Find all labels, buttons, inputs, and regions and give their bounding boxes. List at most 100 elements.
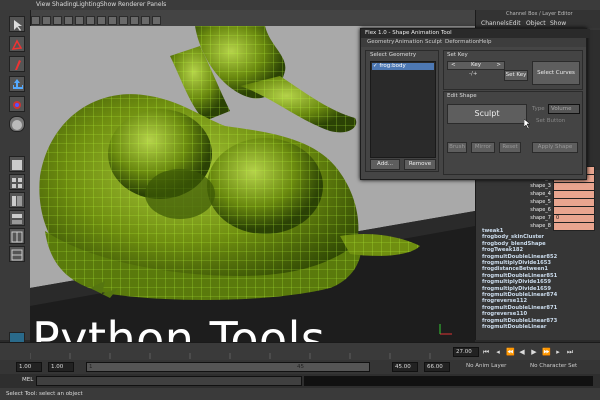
anim-start-field[interactable]: 1.00 (16, 362, 42, 372)
sculpt-button[interactable]: Sculpt (447, 104, 527, 124)
textured-icon[interactable] (108, 16, 117, 25)
type-select[interactable]: Volume (548, 104, 580, 114)
menu-panels[interactable]: Panels (147, 0, 166, 10)
tab-edit[interactable]: Edit (509, 20, 521, 27)
dialog-menu-help[interactable]: Help (479, 38, 492, 47)
attr-row[interactable]: shape_3 (521, 182, 596, 191)
resolution-gate-icon[interactable] (75, 16, 84, 25)
hypershade-layout-icon[interactable] (9, 228, 25, 244)
anim-layer-select[interactable]: No Anim Layer (466, 363, 506, 369)
current-frame-field[interactable]: 27.00 (453, 347, 479, 357)
rotate-tool-icon[interactable] (9, 96, 25, 112)
time-slider[interactable]: 27.00 ⏮ ◂ ⏪ ◀ ▶ ⏩ ▸ ⏭ (0, 342, 600, 361)
select-tool-icon[interactable] (9, 16, 25, 32)
next-key-button[interactable]: > (496, 62, 501, 69)
mirror-button[interactable]: Mirror (471, 142, 495, 153)
smooth-shade-icon[interactable] (97, 16, 106, 25)
edit-shape-label: Edit Shape (447, 93, 477, 99)
channel-box-title: Channel Box / Layer Editor (506, 11, 573, 17)
select-curves-button[interactable]: Select Curves (532, 61, 580, 85)
play-forward-icon[interactable]: ▶ (530, 348, 538, 356)
menu-renderer[interactable]: Renderer (118, 0, 145, 10)
attr-row[interactable]: shape_6 (521, 206, 596, 215)
playback-end-field[interactable]: 45.00 (392, 362, 418, 372)
history-list: tweak1 frogbody_skinCluster frogbody_ble… (482, 228, 592, 331)
set-key-label: Set Key (447, 52, 468, 58)
toolbox (0, 10, 31, 348)
viewport-toolbar (30, 10, 475, 27)
key-control: < Key > (447, 61, 505, 70)
menu-view[interactable]: View (36, 0, 50, 10)
reset-button[interactable]: Reset (499, 142, 521, 153)
step-forward-icon[interactable]: ▸ (554, 348, 562, 356)
scale-tool-icon[interactable] (9, 116, 25, 132)
attr-row[interactable]: shape_5 (521, 198, 596, 207)
go-end-icon[interactable]: ⏭ (566, 348, 574, 356)
paint-select-icon[interactable] (9, 56, 25, 72)
set-button-label[interactable]: Set Button (536, 118, 565, 124)
tab-show[interactable]: Show (550, 20, 566, 27)
lights-icon[interactable] (119, 16, 128, 25)
brush-button[interactable]: Brush (447, 142, 467, 153)
attr-row[interactable]: shape_4 (521, 190, 596, 199)
command-line: MEL (0, 374, 600, 388)
checkbox-icon[interactable]: ✓ (373, 63, 378, 69)
list-item[interactable]: frogmultDoubleLinear (482, 324, 592, 330)
remove-button[interactable]: Remove (404, 159, 436, 170)
prev-key-icon[interactable]: ⏪ (506, 348, 515, 356)
set-key-button[interactable]: Set Key (504, 70, 528, 81)
character-set-select[interactable]: No Character Set (530, 363, 577, 369)
layout-icon[interactable] (9, 246, 25, 262)
wireframe-icon[interactable] (86, 16, 95, 25)
dialog-menu-deformation[interactable]: Deformation (445, 38, 479, 47)
edit-shape-panel: Edit Shape Sculpt Type Volume Set Button… (443, 91, 583, 175)
dialog-menu-geometry[interactable]: Geometry (367, 38, 394, 47)
xray-icon[interactable] (152, 16, 161, 25)
anim-end-field[interactable]: 66.00 (424, 362, 450, 372)
film-gate-icon[interactable] (64, 16, 73, 25)
tab-channels[interactable]: Channels (481, 20, 509, 27)
select-geometry-panel: Select Geometry ✓ frog:body Add... Remov… (365, 50, 439, 172)
play-back-icon[interactable]: ◀ (518, 348, 526, 356)
apply-shape-button[interactable]: Apply Shape (532, 142, 578, 153)
playback-start-field[interactable]: 1.00 (48, 362, 74, 372)
menu-show[interactable]: Show (100, 0, 116, 10)
add-button[interactable]: Add... (370, 159, 400, 170)
key-label: Key (471, 62, 481, 68)
lasso-tool-icon[interactable] (9, 36, 25, 52)
next-key-icon[interactable]: ⏩ (542, 348, 551, 356)
menu-lighting[interactable]: Lighting (76, 0, 100, 10)
four-view-icon[interactable] (9, 174, 25, 190)
command-input[interactable] (36, 376, 302, 386)
bookmark-icon[interactable] (42, 16, 51, 25)
set-key-panel: Set Key < Key > -/+ Set Key Select Curve… (443, 50, 583, 90)
geometry-list-item[interactable]: ✓ frog:body (372, 63, 434, 70)
range-slider[interactable]: 1.00 1.00 1 45 45.00 66.00 No Anim Layer… (0, 360, 600, 374)
isolate-icon[interactable] (141, 16, 150, 25)
step-back-icon[interactable]: ◂ (494, 348, 502, 356)
help-text: Select Tool: select an object (6, 391, 83, 397)
shadows-icon[interactable] (130, 16, 139, 25)
single-view-icon[interactable] (9, 156, 25, 172)
camera-icon[interactable] (31, 16, 40, 25)
dialog-menu-animation[interactable]: Animation (395, 38, 423, 47)
menu-shading[interactable]: Shading (52, 0, 76, 10)
geometry-list[interactable]: ✓ frog:body (370, 61, 436, 158)
help-line: Select Tool: select an object (0, 388, 600, 400)
mouse-cursor-icon (524, 119, 531, 129)
go-start-icon[interactable]: ⏮ (482, 348, 490, 356)
minus-plus-button[interactable]: -/+ (469, 71, 477, 77)
persp-graph-icon[interactable] (9, 210, 25, 226)
grid-icon[interactable] (53, 16, 62, 25)
range-mid: 45 (297, 364, 304, 370)
attr-row[interactable]: shape_7 0 (521, 214, 596, 223)
dialog-menu-sculpt[interactable]: Sculpt (425, 38, 442, 47)
range-bar[interactable]: 1 45 (86, 362, 370, 372)
tab-object[interactable]: Object (526, 20, 546, 27)
mel-label: MEL (22, 377, 34, 383)
persp-outliner-icon[interactable] (9, 192, 25, 208)
prev-key-button[interactable]: < (451, 62, 456, 69)
move-tool-icon[interactable] (9, 76, 25, 92)
dialog-title[interactable]: Flex 1.0 - Shape Animation Tool (361, 29, 590, 38)
command-result (304, 376, 593, 386)
